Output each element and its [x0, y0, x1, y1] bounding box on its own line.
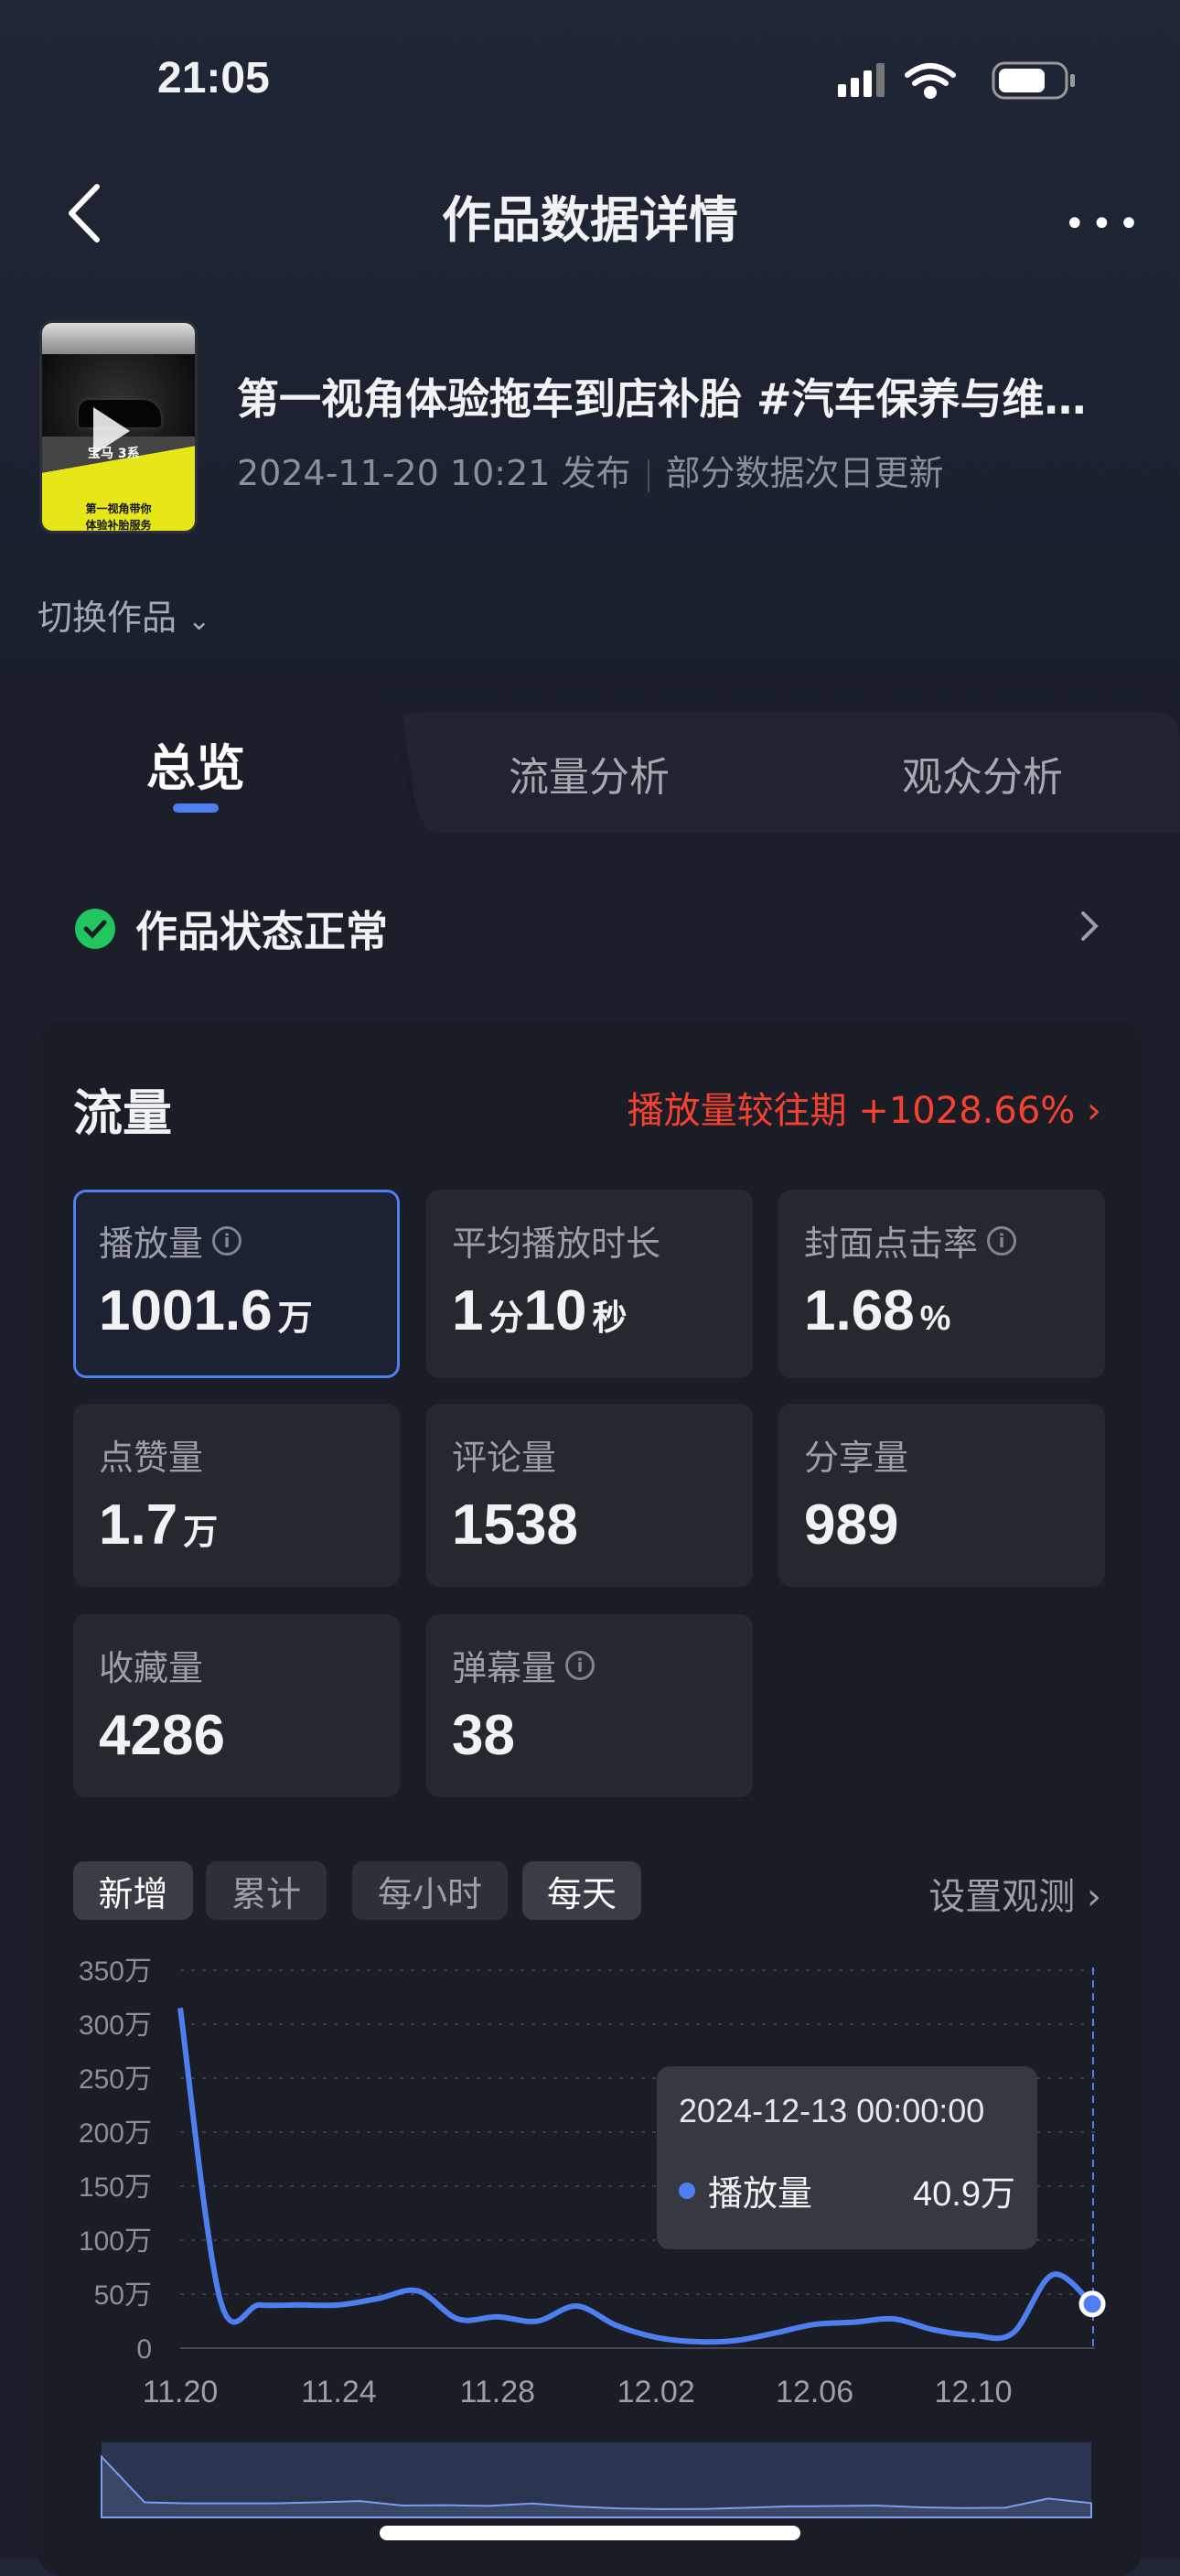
tooltip-date: 2024-12-13 00:00:00 [679, 2092, 985, 2129]
filter-hourly[interactable]: 每小时 [352, 1861, 508, 1920]
metric-card[interactable]: 评论量 1538 [426, 1404, 753, 1587]
metric-unit-2: 秒 [592, 1299, 628, 1338]
traffic-title: 流量 [73, 1084, 172, 1142]
status-icons [838, 61, 1075, 100]
metric-label: 封面点击率 [804, 1223, 979, 1264]
metric-value: 38 [452, 1704, 515, 1767]
metric-unit: 万 [183, 1514, 219, 1552]
x-tick-label: 12.06 [776, 2375, 853, 2409]
metric-unit: 万 [277, 1299, 313, 1338]
metric-unit: 分 [488, 1299, 524, 1338]
y-tick-label: 50万 [94, 2280, 152, 2311]
thumb-caption-3: 体验补胎服务 [85, 519, 152, 532]
divider [647, 458, 649, 492]
metric-card[interactable]: 平均播放时长 1 分10 秒 [426, 1190, 753, 1378]
metric-value: 989 [804, 1493, 899, 1557]
publish-time: 2024-11-20 10:21 发布 [237, 453, 631, 493]
x-tick-label: 12.02 [617, 2375, 695, 2409]
video-title: 第一视角体验拖车到店补胎 #汽车保养与维… [237, 374, 1087, 424]
tab-traffic-analysis[interactable]: 流量分析 [509, 744, 670, 803]
chevron-right-icon: › [1087, 1876, 1101, 1918]
y-tick-label: 300万 [79, 2010, 152, 2041]
metric-label: 收藏量 [99, 1648, 204, 1688]
metric-value: 1 [452, 1279, 484, 1342]
x-tick-label: 11.24 [301, 2375, 377, 2409]
home-indicator[interactable] [380, 2526, 800, 2540]
info-icon[interactable]: i [212, 1225, 242, 1256]
tooltip-value: 40.9万 [913, 2175, 1015, 2214]
metric-label: 播放量 [99, 1223, 204, 1264]
comparison-text: 播放量较往期 +1028.66% [627, 1090, 1076, 1132]
chevron-right-icon[interactable] [1079, 910, 1100, 943]
metric-card[interactable]: 点赞量 1.7 万 [73, 1404, 400, 1587]
info-icon[interactable]: i [565, 1650, 595, 1680]
metric-label: 平均播放时长 [452, 1223, 661, 1264]
video-thumbnail[interactable]: 宝马 3系 第一视角带你 体验补胎服务 [39, 320, 198, 534]
x-tick-label: 12.10 [934, 2375, 1012, 2409]
observe-label: 设置观测 [928, 1876, 1076, 1918]
set-observation-link[interactable]: 设置观测 › [928, 1867, 1101, 1920]
thumb-caption-2: 第一视角带你 [85, 502, 152, 515]
filter-new[interactable]: 新增 [73, 1861, 193, 1920]
switch-work-dropdown[interactable]: 切换作品 ⌄ [38, 589, 210, 640]
y-tick-label: 100万 [79, 2226, 152, 2257]
series-dot-icon [679, 2182, 695, 2199]
check-circle-icon [75, 909, 115, 949]
video-meta: 2024-11-20 10:21 发布 部分数据次日更新 [237, 445, 944, 495]
metric-value: 1.7 [99, 1493, 178, 1557]
metric-label: 点赞量 [99, 1438, 204, 1478]
status-time: 21:05 [157, 54, 270, 102]
metric-value: 1.68 [804, 1279, 915, 1342]
more-dots-icon[interactable]: ••• [1064, 203, 1145, 245]
y-tick-label: 350万 [79, 1956, 152, 1987]
metric-label: 分享量 [804, 1438, 909, 1478]
metric-value: 1001.6 [99, 1279, 273, 1342]
work-status-text: 作品状态正常 [135, 907, 388, 956]
update-note: 部分数据次日更新 [665, 453, 944, 493]
active-tab-indicator [173, 803, 219, 813]
switch-work-label: 切换作品 [38, 598, 177, 638]
y-tick-label: 250万 [79, 2064, 152, 2095]
metric-card[interactable]: 弹幕量 i 38 [426, 1614, 753, 1797]
filter-daily[interactable]: 每天 [522, 1861, 641, 1920]
metric-value: 1538 [452, 1493, 578, 1557]
x-tick-label: 11.20 [143, 2375, 219, 2409]
play-icon [93, 407, 130, 455]
metric-label: 弹幕量 [452, 1648, 557, 1688]
signal-icon [838, 63, 885, 97]
chevron-right-icon: › [1087, 1090, 1101, 1132]
play-comparison-link[interactable]: 播放量较往期 +1028.66% › [628, 1081, 1101, 1134]
data-point [1078, 2290, 1106, 2318]
tooltip-series: 播放量 [708, 2173, 813, 2214]
chart-tooltip: 2024-12-13 00:00:00 播放量 40.9万 [657, 2066, 1037, 2249]
chevron-down-icon: ⌄ [188, 605, 211, 637]
work-status-row[interactable]: 作品状态正常 [75, 899, 388, 959]
metric-value-2: 10 [523, 1279, 587, 1342]
battery-icon [992, 61, 1075, 100]
x-tick-label: 11.28 [460, 2375, 536, 2409]
y-tick-label: 200万 [79, 2118, 152, 2149]
metric-card[interactable]: 封面点击率 i 1.68% [778, 1190, 1105, 1378]
metric-unit: % [919, 1299, 951, 1338]
metric-card[interactable]: 分享量 989 [778, 1404, 1105, 1587]
tab-audience-analysis[interactable]: 观众分析 [902, 744, 1063, 803]
metric-value: 4286 [99, 1704, 225, 1767]
metric-card[interactable]: 播放量 i 1001.6 万 [73, 1190, 400, 1378]
wifi-icon [905, 63, 956, 99]
metric-card[interactable]: 收藏量 4286 [73, 1614, 400, 1797]
tab-bar: 总览 流量分析 观众分析 [0, 689, 1180, 835]
filter-cumulative[interactable]: 累计 [206, 1861, 327, 1920]
y-tick-label: 0 [136, 2334, 152, 2365]
tab-overview[interactable]: 总览 [146, 728, 245, 800]
y-tick-label: 150万 [79, 2172, 152, 2203]
page-title: 作品数据详情 [442, 191, 738, 249]
metric-label: 评论量 [452, 1438, 557, 1478]
info-icon[interactable]: i [987, 1225, 1017, 1256]
